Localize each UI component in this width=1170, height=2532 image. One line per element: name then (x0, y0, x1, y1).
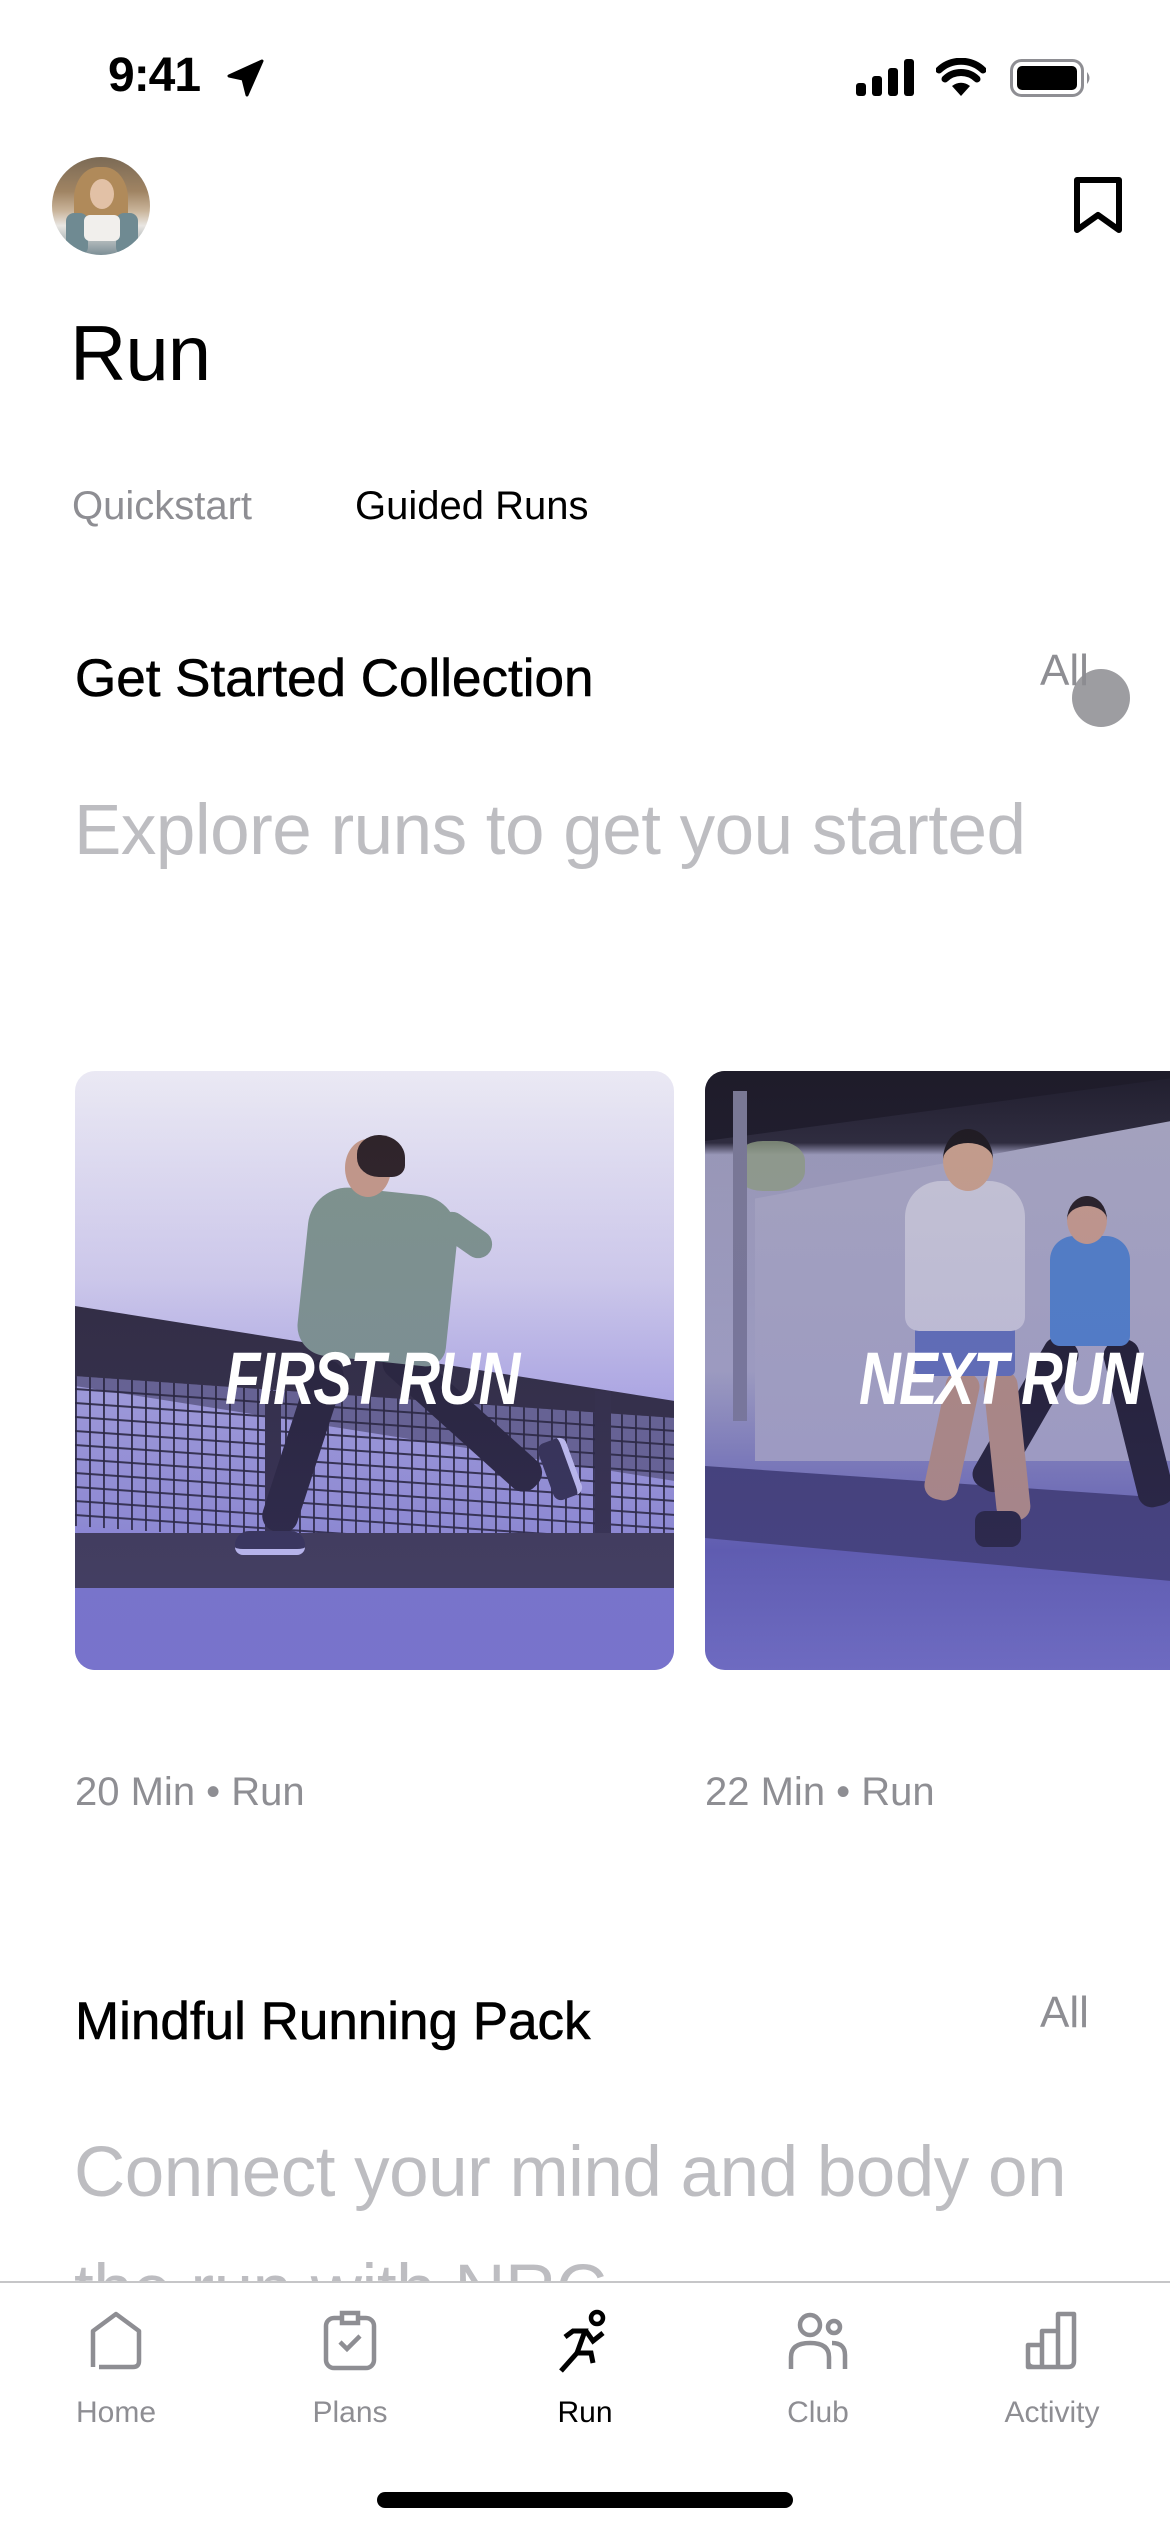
guided-run-card-next-run[interactable]: NEXT RUN (705, 1071, 1170, 1670)
section-subtitle: Explore runs to get you started (74, 791, 1026, 870)
card-meta: 20 Min • Run (75, 1770, 305, 1814)
status-time: 9:41 (108, 49, 201, 102)
see-all-link[interactable]: All (1040, 1985, 1089, 2041)
segment-guided-runs[interactable]: Guided Runs (355, 478, 588, 534)
battery-icon (1010, 59, 1090, 97)
tab-club[interactable]: Club (718, 2309, 918, 2439)
card-overlay-title: FIRST RUN (225, 1337, 520, 1420)
cellular-signal-icon (856, 59, 914, 96)
bar-chart-icon (1025, 2311, 1077, 2370)
tab-home[interactable]: Home (16, 2309, 216, 2439)
page-title: Run (70, 309, 211, 397)
clipboard-check-icon (323, 2310, 377, 2371)
tab-plans[interactable]: Plans (250, 2309, 450, 2439)
runner-icon (559, 2309, 606, 2373)
touch-indicator (1072, 669, 1130, 727)
people-icon (788, 2312, 848, 2369)
section-title: Get Started Collection (75, 649, 594, 709)
tab-label: Club (787, 2396, 849, 2429)
tab-label: Home (75, 2396, 157, 2429)
section-title: Mindful Running Pack (75, 1992, 591, 2052)
home-indicator (377, 2492, 793, 2508)
card-meta: 22 Min • Run (705, 1770, 935, 1814)
tab-activity[interactable]: Activity (952, 2309, 1152, 2439)
avatar[interactable] (52, 157, 150, 255)
tab-label: Plans (312, 2396, 388, 2429)
location-arrow-icon (227, 59, 264, 97)
guided-run-card-first-run[interactable]: FIRST RUN (75, 1071, 674, 1670)
tab-label: Run (557, 2396, 613, 2429)
tab-label: Activity (1004, 2396, 1100, 2429)
bookmark-icon[interactable] (1072, 175, 1124, 235)
segment-quickstart[interactable]: Quickstart (72, 478, 252, 534)
tab-run[interactable]: Run (485, 2309, 685, 2439)
wifi-icon (936, 58, 986, 96)
home-icon (90, 2311, 142, 2370)
card-overlay-title: NEXT RUN (859, 1337, 1143, 1420)
avatar-top (84, 215, 120, 241)
avatar-face (90, 179, 114, 209)
